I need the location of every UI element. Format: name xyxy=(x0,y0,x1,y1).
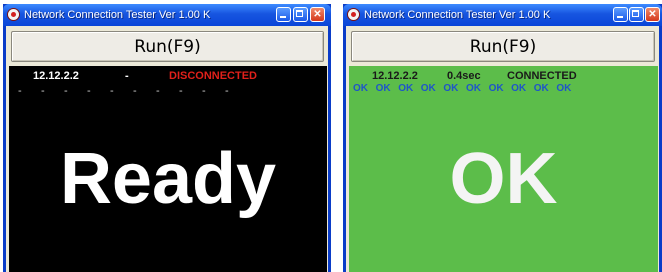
ping-result: - xyxy=(225,85,229,97)
ping-result: - xyxy=(110,85,114,97)
ping-results: ---------- xyxy=(18,85,248,97)
close-icon[interactable]: ✕ xyxy=(645,7,660,22)
ping-result: - xyxy=(64,85,68,97)
title-bar[interactable]: Network Connection Tester Ver 1.00 K ✕ xyxy=(3,4,331,26)
run-button[interactable]: Run(F9) xyxy=(351,31,655,62)
run-button[interactable]: Run(F9) xyxy=(11,31,324,62)
ping-result: OK xyxy=(375,83,391,94)
ping-result: OK xyxy=(511,83,527,94)
title-bar[interactable]: Network Connection Tester Ver 1.00 K ✕ xyxy=(343,4,662,26)
ping-result: OK xyxy=(488,83,504,94)
ip-address: 12.12.2.2 xyxy=(372,70,418,82)
big-status-text: Ready xyxy=(59,139,277,219)
client-area: Run(F9) 12.12.2.2 - DISCONNECTED -------… xyxy=(6,26,328,272)
ping-result: OK xyxy=(443,83,459,94)
big-status-text: OK xyxy=(449,139,558,219)
client-area: Run(F9) 12.12.2.2 0.4sec CONNECTED OK OK O… xyxy=(346,26,659,272)
ping-result: - xyxy=(202,85,206,97)
tester-window-right: Network Connection Tester Ver 1.00 K ✕ R… xyxy=(343,4,662,272)
minimize-icon[interactable] xyxy=(276,7,291,22)
ping-result: OK xyxy=(353,83,368,94)
minimize-icon[interactable] xyxy=(613,7,628,22)
ping-result: - xyxy=(87,85,91,97)
ping-result: - xyxy=(179,85,183,97)
status-panel: 12.12.2.2 - DISCONNECTED ---------- Read… xyxy=(9,66,327,272)
ping-result: OK xyxy=(556,83,572,94)
maximize-icon[interactable] xyxy=(293,7,308,22)
close-icon[interactable]: ✕ xyxy=(310,7,325,22)
ping-result: OK xyxy=(420,83,436,94)
connection-status: CONNECTED xyxy=(507,70,577,82)
status-panel: 12.12.2.2 0.4sec CONNECTED OK OK OK OK OK OK O… xyxy=(349,66,658,272)
ping-result: - xyxy=(133,85,137,97)
ping-result: OK xyxy=(533,83,549,94)
ping-result: OK xyxy=(465,83,481,94)
ping-result: - xyxy=(18,85,22,97)
ping-result: - xyxy=(41,85,45,97)
maximize-icon[interactable] xyxy=(629,7,644,22)
ping-result: OK xyxy=(398,83,414,94)
response-time: 0.4sec xyxy=(447,70,481,82)
window-title: Network Connection Tester Ver 1.00 K xyxy=(24,9,211,21)
connection-status: DISCONNECTED xyxy=(169,70,258,82)
response-time: - xyxy=(125,70,129,82)
app-icon[interactable] xyxy=(8,9,19,20)
ip-address: 12.12.2.2 xyxy=(33,70,79,82)
ping-result: - xyxy=(156,85,160,97)
app-icon[interactable] xyxy=(348,9,359,20)
ping-results: OK OK OK OK OK OK OK OK OK OK xyxy=(353,83,579,94)
tester-window-left: Network Connection Tester Ver 1.00 K ✕ R… xyxy=(3,4,331,272)
window-title: Network Connection Tester Ver 1.00 K xyxy=(364,9,551,21)
